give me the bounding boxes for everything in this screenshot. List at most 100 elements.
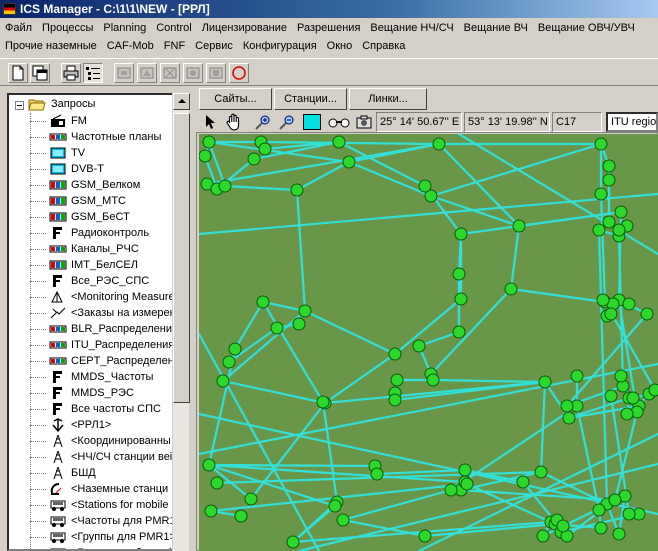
station-marker[interactable] <box>244 492 258 506</box>
tree-item[interactable]: MMDS_РЭС <box>49 385 134 401</box>
station-marker[interactable] <box>452 267 466 281</box>
link-line[interactable] <box>223 184 299 192</box>
links-button[interactable]: Линки... <box>349 88 427 110</box>
stations-button[interactable]: Станции... <box>274 88 347 110</box>
station-marker[interactable] <box>594 137 608 151</box>
station-marker[interactable] <box>286 535 300 549</box>
network-map[interactable] <box>199 134 658 551</box>
station-marker[interactable] <box>210 476 224 490</box>
station-marker[interactable] <box>534 465 548 479</box>
station-marker[interactable] <box>258 142 272 156</box>
station-marker[interactable] <box>452 325 466 339</box>
tool-4-button[interactable] <box>183 63 203 83</box>
tree-item[interactable]: Все_РЭС_СПС <box>49 273 149 289</box>
station-marker[interactable] <box>342 155 356 169</box>
link-line[interactable] <box>613 410 639 502</box>
station-marker[interactable] <box>640 307 654 321</box>
station-marker[interactable] <box>228 342 242 356</box>
station-marker[interactable] <box>594 187 608 201</box>
menu-permissions[interactable]: Разрешения <box>292 19 365 37</box>
station-marker[interactable] <box>570 369 584 383</box>
station-marker[interactable] <box>612 527 626 541</box>
station-marker[interactable] <box>594 521 608 535</box>
menu-broadcast-hf[interactable]: Вещание ВЧ <box>459 19 533 37</box>
link-line[interactable] <box>375 468 467 476</box>
menu-file[interactable]: Файл <box>0 19 37 37</box>
station-marker[interactable] <box>602 173 616 187</box>
link-line[interactable] <box>221 379 327 405</box>
station-marker[interactable] <box>216 374 230 388</box>
copy-window-button[interactable] <box>30 63 50 83</box>
menu-control[interactable]: Control <box>151 19 196 37</box>
tree-item[interactable]: CEPT_Распределени <box>49 353 180 369</box>
tree-item[interactable]: <Частоты для PMR1 <box>49 513 176 529</box>
link-line[interactable] <box>429 287 513 376</box>
tree-item[interactable]: FM <box>49 113 87 129</box>
station-marker[interactable] <box>512 219 526 233</box>
station-marker[interactable] <box>604 389 618 403</box>
station-marker[interactable] <box>418 529 432 543</box>
tree-item[interactable]: Все частоты СПС <box>49 401 161 417</box>
link-line[interactable] <box>431 378 547 384</box>
station-marker[interactable] <box>218 179 232 193</box>
link-line[interactable] <box>259 140 441 146</box>
scroll-up-button[interactable] <box>173 93 190 110</box>
station-marker[interactable] <box>614 205 628 219</box>
menu-caf-mob[interactable]: CAF-Mob <box>102 37 159 55</box>
station-marker[interactable] <box>454 227 468 241</box>
binoculars-tool[interactable] <box>328 113 350 131</box>
station-marker[interactable] <box>390 373 404 387</box>
map-canvas[interactable] <box>199 134 658 551</box>
tree-item[interactable]: <Координированны <box>49 433 171 449</box>
menu-help[interactable]: Справка <box>357 37 410 55</box>
station-marker[interactable] <box>536 529 550 543</box>
station-marker[interactable] <box>292 317 306 331</box>
station-marker[interactable] <box>388 347 402 361</box>
station-marker[interactable] <box>426 373 440 387</box>
station-marker[interactable] <box>504 282 518 296</box>
station-marker[interactable] <box>199 149 212 163</box>
station-marker[interactable] <box>596 293 610 307</box>
tree-view-button[interactable] <box>83 63 103 83</box>
station-marker[interactable] <box>516 475 530 489</box>
station-marker[interactable] <box>592 223 606 237</box>
menu-licensing[interactable]: Лицензирование <box>197 19 292 37</box>
station-marker[interactable] <box>608 493 622 507</box>
tree-item[interactable]: GSM_Велком <box>49 177 140 193</box>
station-marker[interactable] <box>432 137 446 151</box>
station-marker[interactable] <box>234 509 248 523</box>
tool-2-button[interactable] <box>137 63 157 83</box>
link-line[interactable] <box>429 142 603 198</box>
tree-scrollbar[interactable] <box>172 93 190 551</box>
zoom-in-tool[interactable] <box>252 113 272 131</box>
print-button[interactable] <box>61 63 81 83</box>
station-marker[interactable] <box>560 399 574 413</box>
tool-5-button[interactable] <box>206 63 226 83</box>
tree-item[interactable]: <Заказы на измерен <box>49 305 176 321</box>
station-marker[interactable] <box>648 383 658 397</box>
station-marker[interactable] <box>454 292 468 306</box>
tree-item[interactable]: <Monitoring Measure <box>49 289 175 305</box>
circle-button[interactable] <box>229 63 249 83</box>
menu-broadcast-vhf-uhf[interactable]: Вещание ОВЧ/УВЧ <box>533 19 640 37</box>
station-marker[interactable] <box>626 391 640 405</box>
menu-broadcast-lf-mf[interactable]: Вещание НЧ/СЧ <box>365 19 458 37</box>
station-marker[interactable] <box>458 463 472 477</box>
station-marker[interactable] <box>444 483 458 497</box>
tree-item[interactable]: BLR_Распределения <box>49 321 178 337</box>
link-line[interactable] <box>321 400 339 504</box>
tree-item[interactable]: MMDS_Частоты <box>49 369 153 385</box>
station-marker[interactable] <box>202 458 216 472</box>
tree-item[interactable]: Каналы_РЧС <box>49 241 139 257</box>
station-marker[interactable] <box>290 183 304 197</box>
pan-tool[interactable] <box>224 113 244 131</box>
link-line[interactable] <box>437 142 521 228</box>
link-line[interactable] <box>323 352 397 405</box>
tree-item[interactable]: <Группы для PMR1> <box>49 529 176 545</box>
tree-item[interactable]: ITU_Распределения <box>49 337 174 353</box>
station-marker[interactable] <box>538 375 552 389</box>
station-marker[interactable] <box>412 339 426 353</box>
menu-fnf[interactable]: FNF <box>159 37 190 55</box>
station-marker[interactable] <box>592 503 606 517</box>
station-marker[interactable] <box>328 499 342 513</box>
